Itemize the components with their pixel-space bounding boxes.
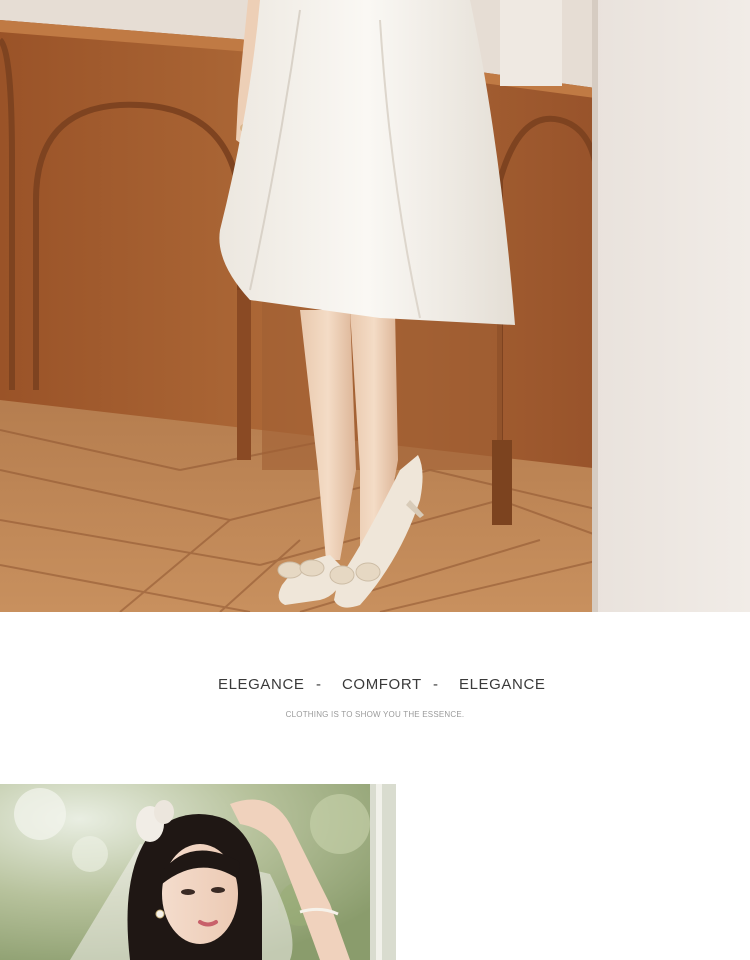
bride-portrait-photo bbox=[0, 784, 396, 960]
product-detail-page: ELEGANCE - COMFORT - ELEGANCE CLOTHING I… bbox=[0, 0, 750, 960]
tagline-word-1: ELEGANCE bbox=[218, 676, 305, 693]
tagline-separator-2: - bbox=[433, 676, 439, 693]
tagline-subtitle: CLOTHING IS TO SHOW YOU THE ESSENCE. bbox=[285, 710, 465, 719]
tagline-word-2: COMFORT bbox=[342, 676, 422, 693]
tagline-section: ELEGANCE - COMFORT - ELEGANCE CLOTHING I… bbox=[0, 612, 750, 784]
tagline-separator-1: - bbox=[316, 676, 322, 693]
dress-and-heels-photo bbox=[0, 0, 750, 612]
tagline-row: ELEGANCE - COMFORT - ELEGANCE bbox=[0, 676, 750, 696]
tagline-word-3: ELEGANCE bbox=[459, 676, 546, 693]
